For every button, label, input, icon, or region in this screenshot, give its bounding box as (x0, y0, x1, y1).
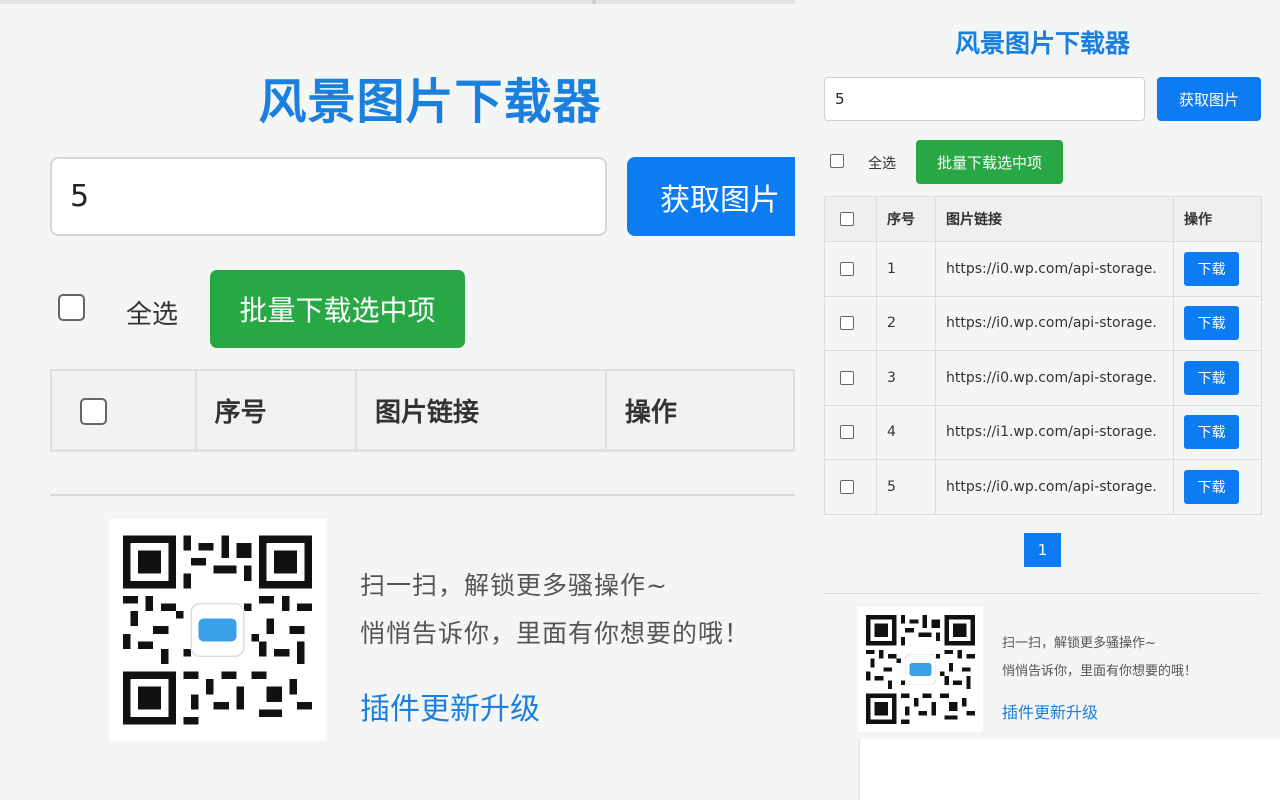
section-divider (824, 593, 1261, 594)
select-all-label: 全选 (126, 300, 179, 330)
promo-line-2: 悄悄告诉你，里面有你想要的哦！ (1002, 664, 1198, 679)
row-image-link-cell: https://i0.wp.com/api-storage. (935, 350, 1174, 406)
row-image-link[interactable]: https://i0.wp.com/api-storage. (946, 315, 1162, 331)
row-checkbox[interactable] (840, 479, 854, 494)
row-checkbox[interactable] (840, 370, 854, 385)
header-action: 操作 (604, 369, 795, 452)
blank-panel-area (858, 739, 1280, 800)
row-image-link[interactable]: https://i0.wp.com/api-storage. (946, 261, 1162, 277)
row-image-link[interactable]: https://i0.wp.com/api-storage. (946, 370, 1162, 386)
row-index: 2 (876, 295, 936, 351)
header-action: 操作 (1173, 196, 1262, 242)
row-select-cell (824, 459, 877, 515)
row-index: 3 (876, 350, 936, 406)
row-index: 1 (876, 241, 936, 297)
section-divider (50, 494, 795, 496)
qr-code-graphic (866, 615, 975, 724)
popup-panel: 风景图片下载器 获取图片 全选 批量下载选中项 序号 图片链接 操作 1 htt… (795, 0, 1280, 800)
header-index: 序号 (194, 369, 358, 452)
row-checkbox[interactable] (840, 425, 854, 440)
row-image-link[interactable]: https://i1.wp.com/api-storage. (946, 424, 1162, 440)
plugin-upgrade-link[interactable]: 插件更新升级 (360, 684, 540, 728)
table-row: 5 https://i0.wp.com/api-storage. 下载 (824, 459, 1262, 515)
qr-code-graphic (123, 535, 312, 725)
download-button[interactable]: 下载 (1184, 415, 1239, 450)
table-bottom-border (50, 449, 795, 451)
row-image-link-cell: https://i0.wp.com/api-storage. (935, 241, 1174, 297)
row-checkbox[interactable] (840, 261, 854, 276)
pagination-page-button[interactable]: 1 (1024, 533, 1061, 567)
image-table: 序号 图片链接 操作 1 https://i0.wp.com/api-stora… (824, 196, 1262, 515)
zoomed-panel: 风景图片下载器 获取图片 全选 批量下载选中项 序号 图片链接 操作 (0, 0, 795, 800)
row-action-cell: 下载 (1173, 295, 1262, 351)
row-select-cell (824, 241, 877, 297)
promo-line-2: 悄悄告诉你，里面有你想要的哦！ (360, 619, 751, 648)
header-select-cell (50, 369, 197, 452)
image-table-header: 序号 图片链接 操作 (50, 369, 795, 452)
header-image-link: 图片链接 (935, 196, 1174, 242)
download-button[interactable]: 下载 (1184, 306, 1239, 341)
header-index: 序号 (876, 196, 936, 242)
qr-code-icon (858, 607, 983, 732)
fetch-images-button[interactable]: 获取图片 (627, 157, 795, 236)
row-image-link-cell: https://i0.wp.com/api-storage. (935, 459, 1174, 515)
row-select-cell (824, 404, 877, 460)
row-image-link-cell: https://i1.wp.com/api-storage. (935, 404, 1174, 460)
row-image-link-cell: https://i0.wp.com/api-storage. (935, 295, 1174, 351)
select-all-label: 全选 (868, 156, 896, 172)
row-image-link[interactable]: https://i0.wp.com/api-storage. (946, 479, 1162, 495)
header-select-cell (824, 196, 877, 242)
header-checkbox[interactable] (80, 397, 107, 425)
table-row: 1 https://i0.wp.com/api-storage. 下载 (824, 241, 1262, 297)
row-action-cell: 下载 (1173, 404, 1262, 460)
select-all-checkbox[interactable] (830, 154, 844, 168)
row-index: 5 (876, 459, 936, 515)
row-checkbox[interactable] (840, 316, 854, 331)
page-title: 风景图片下载器 (258, 74, 602, 130)
table-row: 2 https://i0.wp.com/api-storage. 下载 (824, 295, 1262, 351)
download-button[interactable]: 下载 (1184, 251, 1239, 286)
row-select-cell (824, 350, 877, 406)
row-select-cell (824, 295, 877, 351)
count-input[interactable] (824, 77, 1145, 121)
table-row: 3 https://i0.wp.com/api-storage. 下载 (824, 350, 1262, 406)
download-button[interactable]: 下载 (1184, 360, 1239, 395)
page-title: 风景图片下载器 (954, 29, 1130, 58)
row-action-cell: 下载 (1173, 350, 1262, 406)
plugin-upgrade-link[interactable]: 插件更新升级 (1002, 699, 1098, 723)
row-action-cell: 下载 (1173, 459, 1262, 515)
qr-code-icon (109, 519, 326, 741)
browser-top-edge (0, 0, 795, 4)
row-index: 4 (876, 404, 936, 460)
promo-line-1: 扫一扫，解锁更多骚操作~ (360, 571, 668, 600)
count-input[interactable] (50, 157, 607, 236)
table-row: 4 https://i1.wp.com/api-storage. 下载 (824, 404, 1262, 460)
batch-download-button[interactable]: 批量下载选中项 (916, 140, 1063, 184)
batch-download-button[interactable]: 批量下载选中项 (210, 270, 465, 348)
promo-line-1: 扫一扫，解锁更多骚操作~ (1002, 636, 1156, 651)
download-button[interactable]: 下载 (1184, 469, 1239, 504)
fetch-images-button[interactable]: 获取图片 (1157, 77, 1261, 121)
row-action-cell: 下载 (1173, 241, 1262, 297)
select-all-checkbox[interactable] (58, 294, 85, 321)
header-image-link: 图片链接 (355, 369, 607, 452)
header-checkbox[interactable] (840, 212, 854, 226)
top-edge-segment (592, 0, 596, 4)
